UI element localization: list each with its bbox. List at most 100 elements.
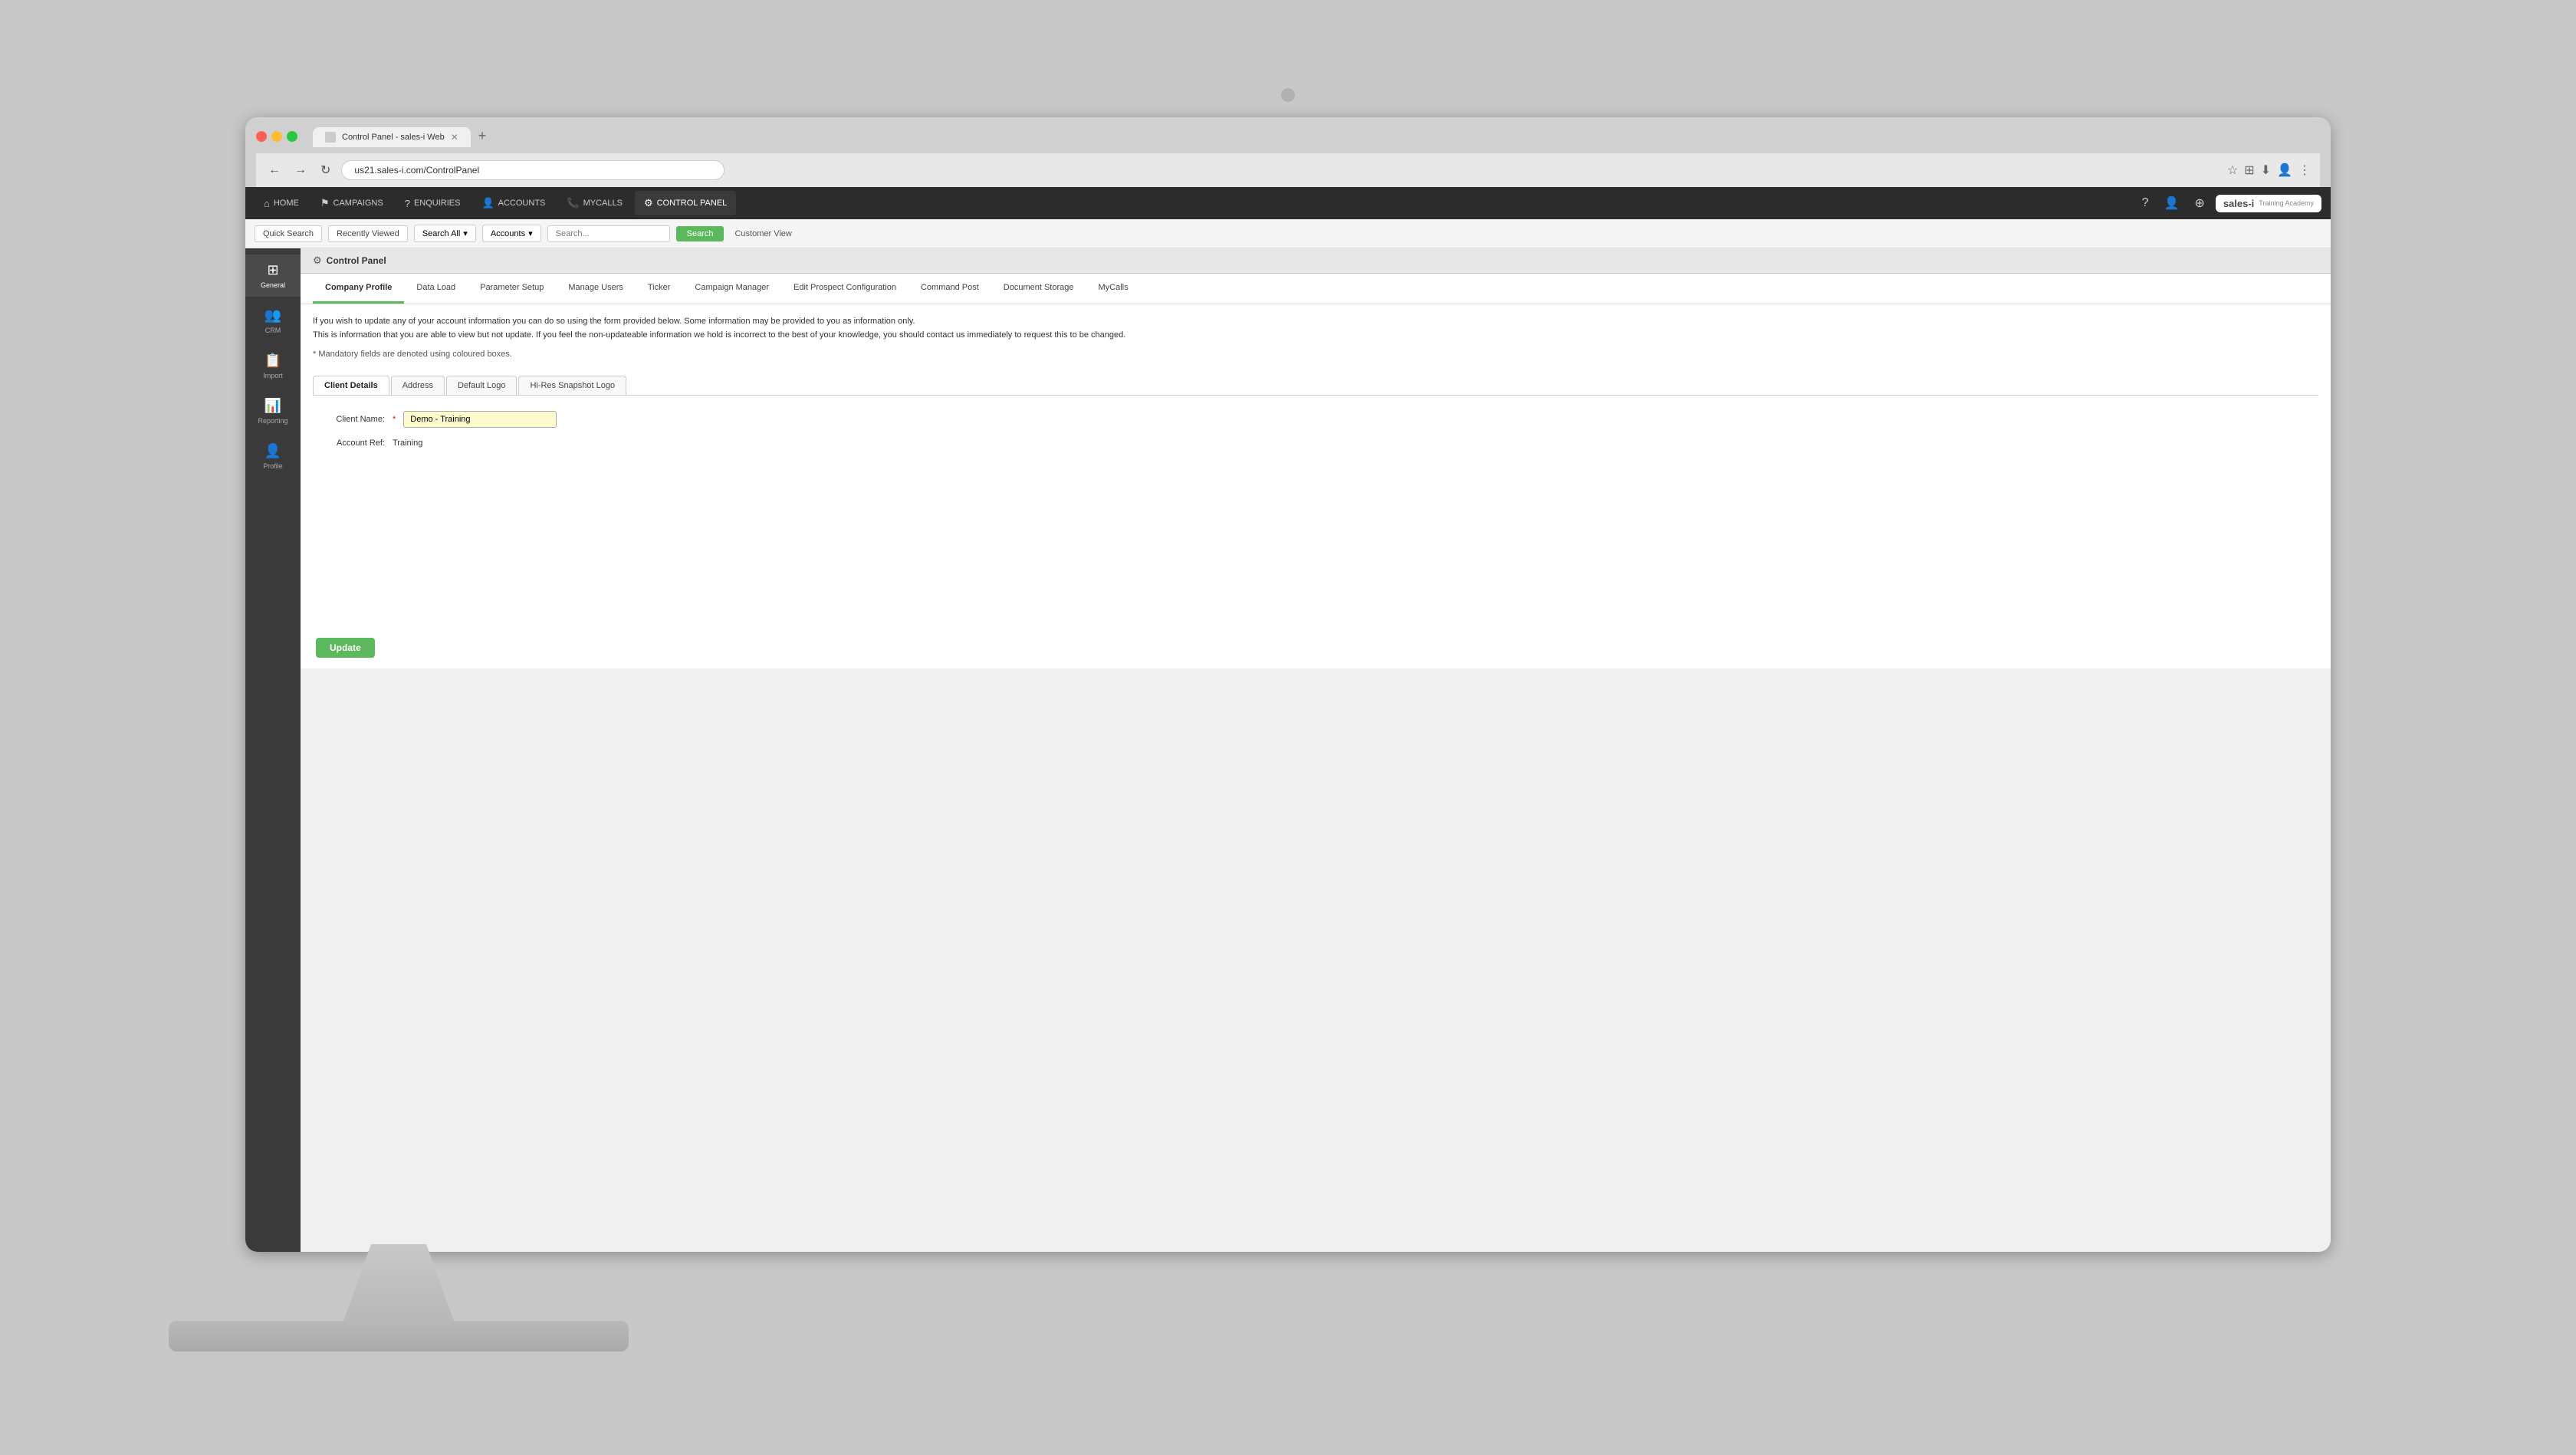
campaigns-icon: ⚑ xyxy=(320,197,330,209)
accounts-dropdown[interactable]: Accounts ▾ xyxy=(482,225,541,242)
left-sidebar: ⊞ General 👥 CRM 📋 Import 📊 Reporting xyxy=(245,248,301,1252)
home-icon: ⌂ xyxy=(264,198,270,209)
cp-tab-document-storage[interactable]: Document Storage xyxy=(991,274,1086,304)
nav-item-enquiries[interactable]: ? ENQUIRIES xyxy=(396,192,470,215)
search-button[interactable]: Search xyxy=(676,226,724,241)
browser-tabs: Control Panel - sales-i Web ✕ + xyxy=(313,125,492,147)
sidebar-item-reporting[interactable]: 📊 Reporting xyxy=(245,390,301,432)
profile-icon: 👤 xyxy=(264,443,281,459)
form-tab-hi-res-logo[interactable]: Hi-Res Snapshot Logo xyxy=(518,376,626,395)
form-tab-address[interactable]: Address xyxy=(391,376,445,395)
search-all-dropdown[interactable]: Search All ▾ xyxy=(414,225,476,242)
description-area: If you wish to update any of your accoun… xyxy=(301,304,2331,368)
tab-close-button[interactable]: ✕ xyxy=(451,132,458,143)
sidebar-item-import[interactable]: 📋 Import xyxy=(245,345,301,387)
description-line2: This is information that you are able to… xyxy=(313,329,2318,343)
update-button-area: Update xyxy=(301,627,2331,668)
client-name-input[interactable] xyxy=(403,411,557,428)
cp-tab-ticker[interactable]: Ticker xyxy=(636,274,683,304)
form-tabs: Client Details Address Default Logo Hi-R… xyxy=(301,368,2331,396)
cp-tab-company-profile[interactable]: Company Profile xyxy=(313,274,404,304)
form-row-account-ref: Account Ref: Training xyxy=(316,435,2315,451)
sidebar-label-import: Import xyxy=(263,372,283,379)
minimize-dot[interactable] xyxy=(271,131,282,142)
form-tab-default-logo[interactable]: Default Logo xyxy=(446,376,517,395)
chevron-down-icon: ▾ xyxy=(463,228,468,238)
nav-label-accounts: ACCOUNTS xyxy=(498,199,546,208)
customer-view-link[interactable]: Customer View xyxy=(734,229,791,238)
sidebar-label-crm: CRM xyxy=(265,327,281,334)
browser-titlebar: Control Panel - sales-i Web ✕ + xyxy=(256,125,2320,147)
cp-tab-campaign-manager[interactable]: Campaign Manager xyxy=(682,274,781,304)
browser-addressbar: ← → ↻ ☆ ⊞ ⬇ 👤 ⋮ xyxy=(256,153,2320,187)
form-row-client-name: Client Name: * xyxy=(316,411,2315,428)
logo-brand: sales-i xyxy=(2223,198,2254,209)
menu-button[interactable]: ⋮ xyxy=(2298,163,2311,178)
app-content: ⌂ HOME ⚑ CAMPAIGNS ? ENQUIRIES 👤 ACCOUNT… xyxy=(245,187,2331,1252)
sidebar-label-reporting: Reporting xyxy=(258,417,288,425)
breadcrumb-icon: ⚙ xyxy=(313,255,322,267)
breadcrumb-label: Control Panel xyxy=(327,255,386,266)
top-nav: ⌂ HOME ⚑ CAMPAIGNS ? ENQUIRIES 👤 ACCOUNT… xyxy=(245,187,2331,219)
recently-viewed-button[interactable]: Recently Viewed xyxy=(328,225,408,242)
maximize-dot[interactable] xyxy=(287,131,297,142)
browser-dots xyxy=(256,131,297,142)
extensions-button[interactable]: ⊞ xyxy=(2244,163,2254,178)
stand-base xyxy=(169,1321,629,1352)
new-tab-button[interactable]: + xyxy=(472,125,493,147)
user-button[interactable]: 👤 xyxy=(2159,191,2183,215)
nav-item-accounts[interactable]: 👤 ACCOUNTS xyxy=(472,191,554,215)
browser-tab[interactable]: Control Panel - sales-i Web ✕ xyxy=(313,127,471,147)
nav-label-mycalls: MYCALLS xyxy=(583,199,623,208)
sidebar-item-general[interactable]: ⊞ General xyxy=(245,255,301,297)
profile-browser-button[interactable]: 👤 xyxy=(2277,163,2292,178)
back-button[interactable]: ← xyxy=(265,160,284,180)
general-icon: ⊞ xyxy=(267,262,278,278)
stand-neck xyxy=(330,1244,468,1321)
cp-tab-mycalls[interactable]: MyCalls xyxy=(1086,274,1141,304)
accounts-icon: 👤 xyxy=(481,197,494,209)
sidebar-label-general: General xyxy=(261,281,285,289)
form-spacer xyxy=(301,474,2331,627)
cp-tab-manage-users[interactable]: Manage Users xyxy=(556,274,636,304)
nav-item-controlpanel[interactable]: ⚙ CONTROL PANEL xyxy=(635,191,736,215)
browser-chrome: Control Panel - sales-i Web ✕ + ← → ↻ ☆ … xyxy=(245,117,2331,187)
cp-tab-edit-prospect[interactable]: Edit Prospect Configuration xyxy=(781,274,909,304)
cp-tabs: Company Profile Data Load Parameter Setu… xyxy=(301,274,2331,304)
sidebar-item-crm[interactable]: 👥 CRM xyxy=(245,300,301,342)
close-dot[interactable] xyxy=(256,131,267,142)
tab-title: Control Panel - sales-i Web xyxy=(342,133,445,142)
top-nav-right: ? 👤 ⊕ sales-i Training Academy xyxy=(2137,191,2321,215)
sidebar-item-profile[interactable]: 👤 Profile xyxy=(245,435,301,478)
nav-label-enquiries: ENQUIRIES xyxy=(414,199,461,208)
address-input[interactable] xyxy=(341,160,724,180)
cp-tab-data-load[interactable]: Data Load xyxy=(404,274,468,304)
controlpanel-icon: ⚙ xyxy=(644,197,653,209)
browser-window: Control Panel - sales-i Web ✕ + ← → ↻ ☆ … xyxy=(245,117,2331,1252)
logo-area: sales-i Training Academy xyxy=(2216,195,2321,212)
nav-label-home: HOME xyxy=(274,199,299,208)
settings-button[interactable]: ⊕ xyxy=(2190,191,2209,215)
enquiries-icon: ? xyxy=(405,198,410,209)
browser-actions: ☆ ⊞ ⬇ 👤 ⋮ xyxy=(2227,163,2311,178)
quick-search-button[interactable]: Quick Search xyxy=(255,225,322,242)
nav-label-campaigns: CAMPAIGNS xyxy=(334,199,383,208)
forward-button[interactable]: → xyxy=(291,160,310,180)
monitor-camera xyxy=(1281,88,1295,102)
reporting-icon: 📊 xyxy=(264,398,281,414)
nav-item-campaigns[interactable]: ⚑ CAMPAIGNS xyxy=(311,191,393,215)
cp-tab-command-post[interactable]: Command Post xyxy=(909,274,991,304)
help-button[interactable]: ? xyxy=(2137,192,2154,215)
refresh-button[interactable]: ↻ xyxy=(317,159,334,181)
update-button[interactable]: Update xyxy=(316,638,375,658)
cp-tab-parameter-setup[interactable]: Parameter Setup xyxy=(468,274,556,304)
search-input[interactable] xyxy=(547,225,670,242)
nav-item-home[interactable]: ⌂ HOME xyxy=(255,192,308,215)
downloads-button[interactable]: ⬇ xyxy=(2261,163,2271,178)
nav-item-mycalls[interactable]: 📞 MYCALLS xyxy=(557,191,632,215)
form-tab-client-details[interactable]: Client Details xyxy=(313,376,389,395)
client-name-label: Client Name: xyxy=(316,415,385,424)
account-ref-value: Training xyxy=(393,435,422,451)
bookmark-button[interactable]: ☆ xyxy=(2227,163,2238,178)
form-tab-list: Client Details Address Default Logo Hi-R… xyxy=(313,376,2318,396)
